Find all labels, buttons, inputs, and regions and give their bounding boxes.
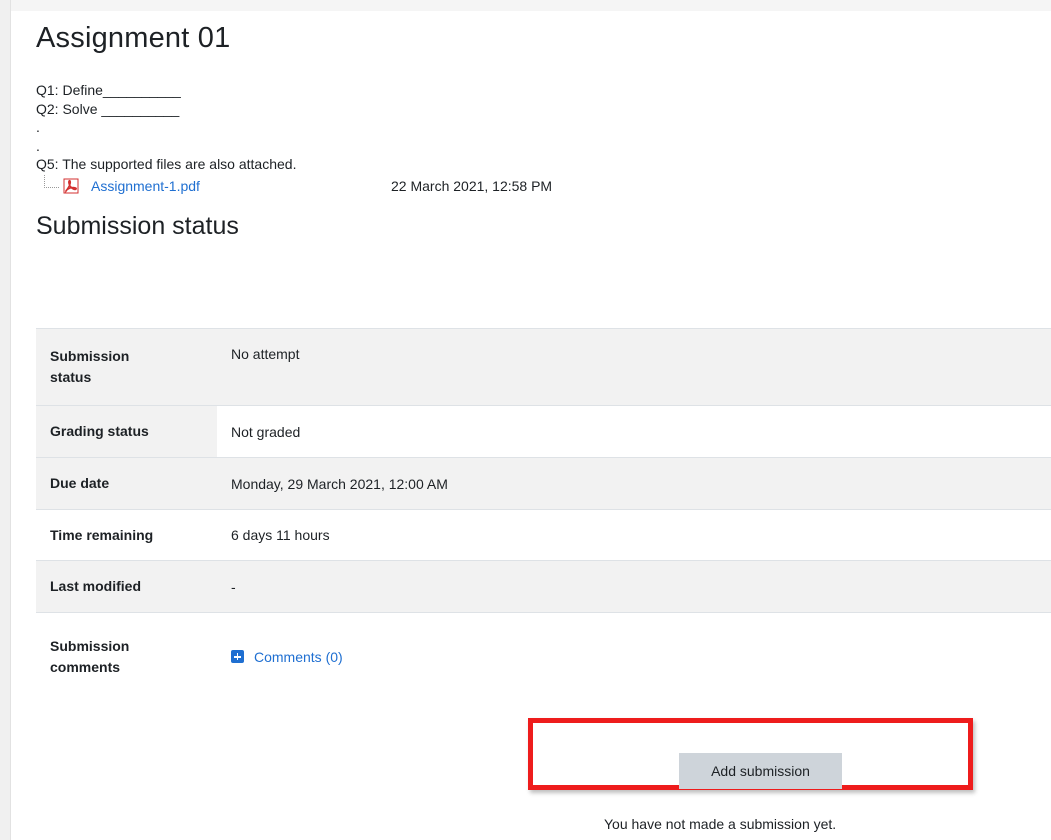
row-label: Time remaining — [36, 509, 217, 561]
row-value: - — [217, 560, 1051, 613]
row-label: Submission status — [36, 328, 217, 406]
row-value: Monday, 29 March 2021, 12:00 AM — [217, 457, 1051, 510]
row-value: 6 days 11 hours — [217, 509, 1051, 561]
table-row: Submission comments Comments (0) — [36, 612, 1051, 701]
table-row: Last modified - — [36, 560, 1051, 613]
intro-line: . — [36, 137, 40, 154]
table-row: Submission status No attempt — [36, 328, 1051, 406]
row-label-text: Submission comments — [50, 637, 130, 675]
assignment-intro: Q1: Define__________ Q2: Solve _________… — [36, 81, 1051, 174]
attachment-file-link[interactable]: Assignment-1.pdf — [91, 178, 391, 194]
intro-line: Q1: Define__________ — [36, 82, 181, 98]
row-value: Not graded — [217, 405, 1051, 458]
row-value: No attempt — [217, 328, 1051, 406]
row-label-text: Submission status — [50, 348, 130, 385]
main-content: Assignment 01 Q1: Define__________ Q2: S… — [36, 22, 1051, 701]
table-row: Grading status Not graded — [36, 405, 1051, 458]
table-row: Due date Monday, 29 March 2021, 12:00 AM — [36, 457, 1051, 510]
tree-connector-icon — [44, 175, 59, 188]
row-label: Due date — [36, 457, 217, 510]
row-value: Comments (0) — [217, 612, 1051, 701]
page-title: Assignment 01 — [36, 22, 231, 54]
comments-toggle-link[interactable]: Comments (0) — [231, 649, 1051, 665]
submission-status-heading: Submission status — [36, 211, 239, 240]
row-label: Last modified — [36, 560, 217, 613]
table-row: Time remaining 6 days 11 hours — [36, 509, 1051, 561]
intro-line: Q2: Solve __________ — [36, 100, 180, 117]
row-label: Grading status — [36, 405, 217, 458]
add-submission-button[interactable]: Add submission — [679, 753, 842, 789]
comments-link-label[interactable]: Comments (0) — [254, 649, 343, 665]
plus-square-icon[interactable] — [231, 650, 244, 664]
intro-line: . — [36, 119, 40, 135]
attachment-item: Assignment-1.pdf 22 March 2021, 12:58 PM — [36, 175, 1051, 197]
intro-line: Q5: The supported files are also attache… — [36, 156, 297, 172]
pdf-icon — [63, 178, 79, 193]
no-submission-message: You have not made a submission yet. — [604, 816, 837, 832]
page-top-band — [11, 0, 1051, 11]
submission-status-table: Submission status No attempt Grading sta… — [36, 328, 1051, 701]
page-left-border — [0, 0, 11, 840]
row-label: Submission comments — [36, 612, 217, 701]
attachment-date: 22 March 2021, 12:58 PM — [391, 177, 553, 194]
